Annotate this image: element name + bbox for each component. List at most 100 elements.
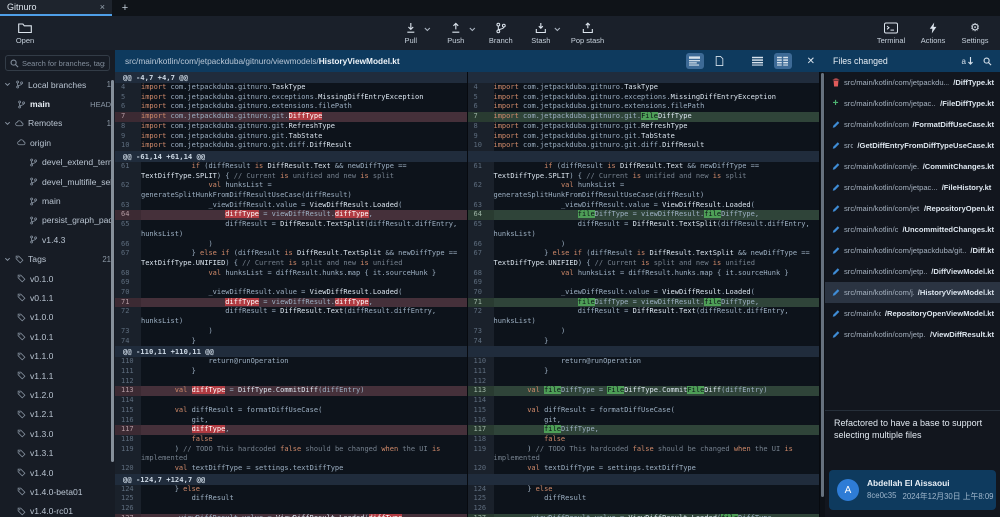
changed-file-commitchanges-kt[interactable]: src/main/kotlin/com/je.../CommitChanges.… [825,156,1000,177]
tree-item-v0-1-1[interactable]: v0.1.1 [0,288,115,307]
diff-line-114: 114 [115,396,467,406]
tree-item-v1-4-3[interactable]: v1.4.3 [0,230,115,249]
tree-item-v1-3-1[interactable]: v1.3.1 [0,443,115,462]
pull-button[interactable]: Pull [396,22,426,45]
sidebar-scrollbar[interactable] [111,80,114,462]
line-number: 61 [115,162,141,181]
tag-icon [15,255,24,264]
open-button[interactable]: Open [10,22,40,45]
pop-stash-button[interactable]: Pop stash [571,22,604,45]
gear-icon: ⚙ [970,22,980,34]
branch-search-box[interactable] [5,55,110,71]
tree-item-main[interactable]: mainHEAD [0,94,115,113]
search-files-icon[interactable] [983,57,992,66]
changed-file-diffviewmodel-kt[interactable]: src/main/kotlin/com/jetp.../DiffViewMode… [825,261,1000,282]
pull-dropdown-chevron-icon[interactable] [424,27,431,32]
tree-item-v1-3-0[interactable]: v1.3.0 [0,424,115,443]
tree-section-remotes[interactable]: Remotes1 [0,114,115,133]
line-number: 8 [115,122,141,132]
hunk-header [468,346,820,357]
diff-line-126: 126 [468,504,820,514]
tree-item-devel-multifile-select[interactable]: devel_multifile_select [0,172,115,191]
tree-item-v1-4-0-rc01[interactable]: v1.4.0-rc01 [0,502,115,517]
modified-file-icon [831,162,840,171]
tree-item-v1-2-1[interactable]: v1.2.1 [0,405,115,424]
tree-item-devel-extend-termina[interactable]: devel_extend_termina [0,153,115,172]
settings-button[interactable]: ⚙ Settings [960,22,990,45]
tree-item-label: v1.3.0 [30,429,53,439]
terminal-button[interactable]: Terminal [876,22,906,45]
diff-line-113: 113 val diffType = DiffType.CommitDiff(d… [115,386,467,396]
new-tab-button[interactable]: + [112,0,138,16]
line-number: 65 [115,220,141,239]
tab-gitnuro[interactable]: Gitnuro × [0,0,112,16]
changed-file-formatdiffusecase-kt[interactable]: src/main/kotlin/com.../FormatDiffUseCase… [825,114,1000,135]
tab-close-icon[interactable]: × [100,2,105,12]
pop-stash-icon [581,22,593,34]
changed-file-uncommittedchanges-kt[interactable]: src/main/kotlin/co.../UncommittedChanges… [825,219,1000,240]
code-text: import com.jetpackduba.gitnuro.git.TabSt… [141,132,467,142]
tree-section-local-branches[interactable]: Local branches1 [0,75,115,94]
tree-item-v1-2-0[interactable]: v1.2.0 [0,385,115,404]
diff-panel: src/main/kotlin/com/jetpackduba/gitnuro/… [115,50,825,517]
line-number: 119 [115,445,141,464]
changed-file-filehistory-kt[interactable]: src/main/kotlin/com/jetpac.../FileHistor… [825,177,1000,198]
diff-header: src/main/kotlin/com/jetpackduba/gitnuro/… [115,50,825,72]
line-number: 71 [115,298,141,308]
changed-file-diff-kt[interactable]: src/main/kotlin/com/jetpackduba/git.../D… [825,240,1000,261]
line-number: 69 [468,278,494,288]
commit-author-card[interactable]: A Abdellah El Aissaoui 8ce0c35 2024年12月3… [829,470,996,510]
diff-line-74: 74 } [115,337,467,347]
tree-item-v1-4-0[interactable]: v1.4.0 [0,463,115,482]
line-number: 111 [468,367,494,377]
line-number: 115 [115,406,141,416]
diff-scrollbar[interactable] [820,72,825,517]
stash-button[interactable]: Stash [526,22,556,45]
close-diff-icon[interactable]: ✕ [807,56,815,67]
tree-item-label: v1.0.1 [30,332,53,342]
line-number: 111 [115,367,141,377]
changed-file-filedifftype-kt[interactable]: +src/main/kotlin/com/jetpac.../FileDiffT… [825,93,1000,114]
line-number: 112 [468,377,494,387]
tree-item-v1-1-0[interactable]: v1.1.0 [0,346,115,365]
code-text: false [141,435,467,445]
tree-section-tags[interactable]: Tags21 [0,250,115,269]
push-dropdown-chevron-icon[interactable] [469,27,476,32]
branch-button[interactable]: Branch [486,22,516,45]
diff-file-name: HistoryViewModel.kt [319,56,400,66]
changed-file-repositoryopenviewmodel-kt[interactable]: src/main/ko.../RepositoryOpenViewModel.k… [825,303,1000,324]
sort-files-icon[interactable]: a [962,57,975,66]
diff-line-115: 115 val diffResult = formatDiffUseCase( [115,406,467,416]
full-file-view-icon[interactable] [711,53,729,69]
stash-dropdown-chevron-icon[interactable] [554,27,561,32]
hunk-view-icon[interactable] [686,53,704,69]
tree-item-v0-1-0[interactable]: v0.1.0 [0,269,115,288]
tree-item-persist-graph-paddin[interactable]: persist_graph_paddin [0,211,115,230]
tree-item-origin[interactable]: origin [0,133,115,152]
diff-pane-old: @@ -4,7 +4,7 @@4import com.jetpackduba.g… [115,72,468,517]
split-diff-icon[interactable] [774,53,792,69]
line-number: 7 [115,112,141,122]
tree-item-v1-4-0-beta01[interactable]: v1.4.0-beta01 [0,482,115,501]
code-text: return@runOperation [494,357,820,367]
changed-file-difftype-kt[interactable]: src/main/kotlin/com/jetpackdu.../DiffTyp… [825,72,1000,93]
changed-file-viewdiffresult-kt[interactable]: src/main/kotlin/com/jetp.../ViewDiffResu… [825,324,1000,345]
actions-button[interactable]: Actions [918,22,948,45]
code-text: import com.jetpackduba.gitnuro.git.TabSt… [494,132,820,142]
search-input[interactable] [22,59,105,68]
tree-item-v1-1-1[interactable]: v1.1.1 [0,366,115,385]
changed-file-getdiffentryfromdifftypeusecase-kt[interactable]: src/.../GetDiffEntryFromDiffTypeUseCase.… [825,135,1000,156]
code-text [494,278,820,288]
code-text: _viewDiffResult.value = ViewDiffResult.L… [141,201,467,211]
changed-file-repositoryopen-kt[interactable]: src/main/kotlin/com/jet.../RepositoryOpe… [825,198,1000,219]
diff-line-65: 65 diffResult = DiffResult.TextSplit(dif… [115,220,467,239]
changed-file-historyviewmodel-kt[interactable]: src/main/kotlin/com/j.../HistoryViewMode… [825,282,1000,303]
code-text: import com.jetpackduba.gitnuro.TaskType [141,83,467,93]
tree-item-v1-0-1[interactable]: v1.0.1 [0,327,115,346]
push-button[interactable]: Push [441,22,471,45]
tree-item-main[interactable]: main [0,191,115,210]
unified-diff-icon[interactable] [749,53,767,69]
tree-item-v1-0-0[interactable]: v1.0.0 [0,308,115,327]
tag-icon [17,274,26,283]
file-name: /UncommittedChanges.kt [902,225,994,234]
